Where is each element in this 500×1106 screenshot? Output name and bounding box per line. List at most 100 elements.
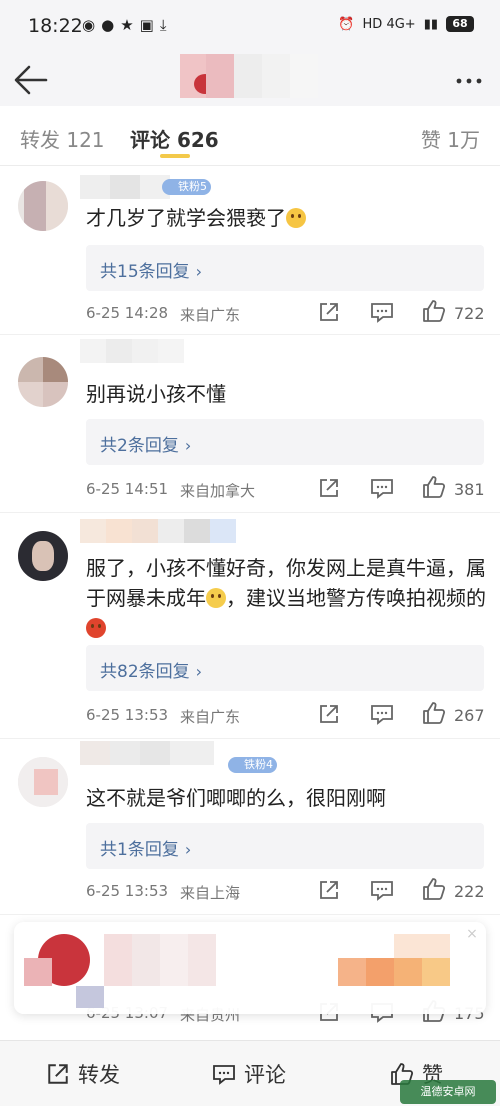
comment-text: 别再说小孩不懂 (86, 382, 226, 406)
reply-box[interactable]: 共82条回复 › (86, 645, 484, 691)
like-count: 722 (454, 304, 485, 323)
author-name-blurred[interactable] (180, 54, 320, 102)
avatar[interactable] (18, 757, 68, 807)
username-blurred[interactable] (80, 339, 210, 365)
chevron-right-icon: › (184, 840, 192, 859)
thumbs-up-icon[interactable] (422, 701, 446, 725)
repost-button[interactable]: 转发 (46, 1059, 120, 1089)
blurred-block (394, 958, 422, 986)
comment-item: 铁粉5 才几岁了就学会猥亵了 共15条回复 › 6-25 14:28 来自广东 7… (0, 167, 500, 335)
comment-icon (213, 1065, 235, 1085)
comment-time: 6-25 14:28 (86, 304, 169, 322)
blurred-block (160, 934, 188, 986)
comment-item: 别再说小孩不懂 共2条回复 › 6-25 14:51 来自加拿大 381 (0, 335, 500, 513)
fan-badge: 铁粉5 (162, 179, 211, 195)
comment-time: 6-25 13:53 (86, 706, 169, 724)
comment-icon[interactable] (370, 879, 394, 901)
comment-icon[interactable] (370, 301, 394, 323)
thumbs-up-icon[interactable] (422, 877, 446, 901)
blurred-block (24, 958, 52, 986)
comment-label: 评论 (244, 1063, 286, 1087)
avatar[interactable] (18, 357, 68, 407)
comment-meta: 6-25 14:51 来自加拿大 381 (86, 475, 486, 505)
blurred-block (76, 986, 104, 1008)
back-arrow-icon[interactable] (12, 62, 50, 98)
more-icon[interactable] (452, 64, 486, 94)
repost-icon (48, 1064, 68, 1084)
share-icon[interactable] (318, 879, 340, 901)
network-label: HD 4G+ (362, 16, 416, 32)
comment-button[interactable]: 评论 (212, 1059, 286, 1089)
blurred-block (394, 934, 450, 958)
status-bar: 18:22 ◉ ● ★ ▣ ⤓ ⏰ HD 4G+ ▮▮ 68 (0, 0, 500, 54)
chevron-right-icon: › (195, 662, 203, 681)
comment-icon[interactable] (370, 477, 394, 499)
comment-meta: 6-25 13:53 来自上海 222 (86, 877, 486, 907)
like-count: 381 (454, 480, 485, 499)
comment-location: 来自广东 (180, 708, 241, 726)
reply-box[interactable]: 共15条回复 › (86, 245, 484, 291)
tab-bar: 转发 121 评论 626 赞 1万 (0, 106, 500, 166)
comment-location: 来自广东 (180, 306, 241, 324)
comment-text: 服了，小孩不懂好奇，你发网上是真牛逼，属于网暴未成年 ，建议当地警方传唤拍视频的 (86, 553, 486, 643)
comment-location: 来自加拿大 (180, 482, 256, 500)
comment-meta: 6-25 14:28 来自广东 722 (86, 299, 486, 329)
reply-count: 共1条回复 (100, 840, 179, 860)
blurred-block (104, 934, 132, 986)
thumbs-up-icon[interactable] (422, 299, 446, 323)
avatar[interactable] (18, 181, 68, 231)
share-icon[interactable] (318, 477, 340, 499)
reply-link[interactable]: 共15条回复 › (100, 257, 202, 282)
thumbs-up-icon[interactable] (422, 475, 446, 499)
comment-text: 才几岁了就学会猥亵了 (86, 203, 486, 233)
reply-link[interactable]: 共1条回复 › (100, 835, 191, 860)
like-count: 267 (454, 706, 485, 725)
gallery-icon: ▣ (139, 16, 154, 34)
status-left-icons: ◉ ● ★ ▣ ⤓ (82, 16, 166, 34)
reply-count: 共15条回复 (100, 262, 190, 282)
like-count: 222 (454, 882, 485, 901)
chat-icon: ● (101, 16, 115, 34)
blurred-ad-card[interactable]: × (14, 922, 486, 1014)
username-blurred[interactable] (80, 741, 220, 767)
chevron-right-icon: › (184, 436, 192, 455)
comment-icon[interactable] (370, 703, 394, 725)
blurred-block (366, 958, 394, 986)
comment-time: 6-25 13:53 (86, 882, 169, 900)
tab-indicator (160, 154, 190, 158)
weibo-icon: ◉ (82, 16, 96, 34)
reply-link[interactable]: 共2条回复 › (100, 431, 191, 456)
blurred-block (422, 958, 450, 986)
close-icon[interactable]: × (464, 926, 480, 942)
comment-text: 这不就是爷们唧唧的么，很阳刚啊 (86, 786, 386, 810)
comment-body: 才几岁了就学会猥亵了 (86, 206, 286, 230)
reply-box[interactable]: 共2条回复 › (86, 419, 484, 465)
download-icon: ⤓ (159, 16, 167, 34)
share-icon[interactable] (318, 301, 340, 323)
smile-emoji-icon (286, 208, 306, 228)
comment-item: 铁粉4 这不就是爷们唧唧的么，很阳刚啊 共1条回复 › 6-25 13:53 来自… (0, 739, 500, 915)
battery-icon: 68 (446, 16, 474, 32)
reply-box[interactable]: 共1条回复 › (86, 823, 484, 869)
tab-repost[interactable]: 转发 121 (20, 124, 105, 153)
reply-count: 共82条回复 (100, 662, 190, 682)
comment-body-part2: ，建议当地警方传唤拍视频的 (226, 586, 486, 610)
comment-location: 来自上海 (180, 884, 241, 902)
status-time: 18:22 (28, 15, 83, 37)
star-icon: ★ (120, 16, 134, 34)
username-blurred[interactable] (80, 519, 240, 545)
blurred-block (188, 934, 216, 986)
status-right: ⏰ HD 4G+ ▮▮ 68 (338, 16, 474, 32)
comment-item: 服了，小孩不懂好奇，你发网上是真牛逼，属于网暴未成年 ，建议当地警方传唤拍视频的 … (0, 513, 500, 739)
signal-icon: ▮▮ (423, 16, 438, 32)
watermark-logo: 温德安卓网 (400, 1080, 496, 1104)
tab-comment[interactable]: 评论 626 (130, 124, 219, 153)
blurred-block (132, 934, 160, 986)
blurred-block (338, 958, 366, 986)
share-icon[interactable] (318, 703, 340, 725)
avatar[interactable] (18, 531, 68, 581)
tab-like[interactable]: 赞 1万 (421, 124, 480, 153)
angry-emoji-icon (86, 618, 106, 638)
reply-link[interactable]: 共82条回复 › (100, 657, 202, 682)
grin-emoji-icon (206, 588, 226, 608)
